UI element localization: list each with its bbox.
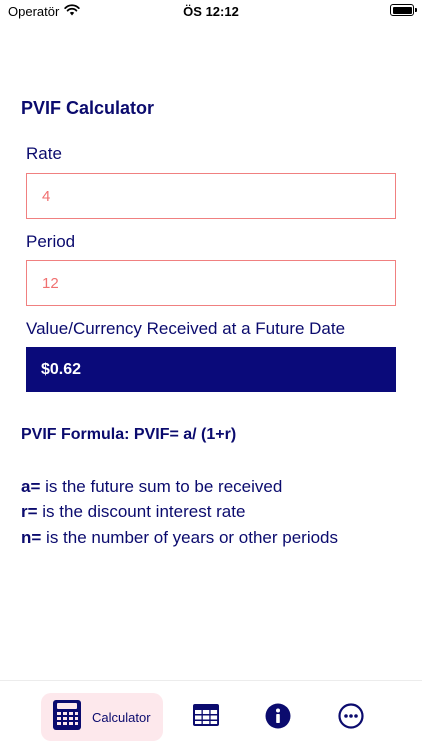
tab-table[interactable]: [192, 703, 220, 732]
definition-symbol: r=: [21, 502, 38, 521]
definition-a: a= is the future sum to be received: [21, 477, 282, 497]
rate-input[interactable]: 4: [26, 173, 396, 219]
tab-more[interactable]: [338, 703, 364, 734]
status-time: ÖS 12:12: [183, 4, 239, 19]
definition-text: is the discount interest rate: [37, 502, 246, 521]
rate-label: Rate: [26, 144, 62, 163]
period-label: Period: [26, 232, 76, 251]
tab-bar: Calculator: [0, 680, 422, 750]
definition-symbol: a=: [21, 477, 41, 496]
result-label: Value/Currency Received at a Future Date: [26, 319, 346, 338]
tab-calculator-label: Calculator: [92, 709, 151, 725]
calculator-icon: [52, 699, 82, 736]
info-icon: [265, 703, 291, 733]
screen: Operatör ÖS 12:12 PVIF Calculator Rate 4…: [0, 0, 422, 750]
formula-text: PVIF Formula: PVIF= a/ (1+r): [21, 426, 237, 443]
status-bar: Operatör ÖS 12:12: [0, 0, 422, 24]
definition-text: is the future sum to be received: [40, 477, 283, 496]
tab-info[interactable]: [265, 703, 291, 734]
definition-n: n= is the number of years or other perio…: [21, 528, 338, 548]
definition-symbol: n=: [21, 528, 42, 547]
tab-calculator[interactable]: Calculator: [41, 693, 163, 741]
definition-r: r= is the discount interest rate: [21, 502, 245, 522]
page-title: PVIF Calculator: [21, 98, 155, 118]
battery-icon: [390, 4, 417, 16]
table-icon: [192, 704, 220, 731]
more-icon: [338, 703, 364, 733]
definition-text: is the number of years or other periods: [41, 528, 339, 547]
result-value: $0.62: [26, 347, 396, 392]
period-input[interactable]: 12: [26, 260, 396, 306]
